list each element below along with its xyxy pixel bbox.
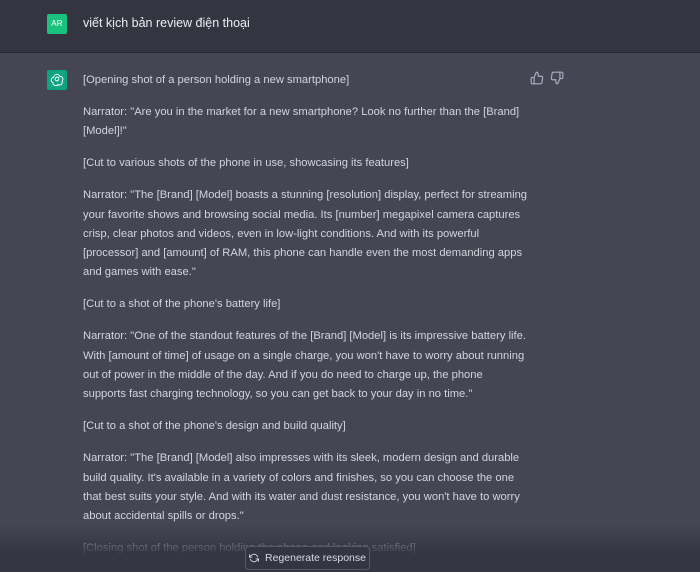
user-avatar: AR [47,14,67,34]
assistant-response: [Opening shot of a person holding a new … [83,71,528,571]
regenerate-label: Regenerate response [265,552,366,564]
openai-logo-icon [50,73,64,87]
thumbs-down-icon[interactable] [550,71,564,85]
response-paragraph: Narrator: "One of the standout features … [83,330,526,401]
response-paragraph: Narrator: "Are you in the market for a n… [83,105,520,138]
refresh-icon [249,553,259,563]
assistant-message-row: [Opening shot of a person holding a new … [0,53,700,572]
response-paragraph: [Cut to various shots of the phone in us… [83,157,409,170]
assistant-avatar [47,70,67,90]
response-paragraph: [Cut to a shot of the phone's battery li… [83,298,281,311]
response-paragraph: Narrator: "The [Brand] [Model] boasts a … [83,189,528,279]
user-message-text: viết kịch bản review điện thoại [83,16,250,30]
regenerate-response-button[interactable]: Regenerate response [245,546,370,570]
thumbs-up-icon[interactable] [530,71,544,85]
response-paragraph: [Opening shot of a person holding a new … [83,74,350,86]
feedback-buttons [530,71,564,85]
response-paragraph: Narrator: "The [Brand] [Model] also impr… [83,452,520,523]
response-paragraph: [Cut to a shot of the phone's design and… [83,420,346,433]
user-message-row: AR viết kịch bản review điện thoại [0,0,700,53]
